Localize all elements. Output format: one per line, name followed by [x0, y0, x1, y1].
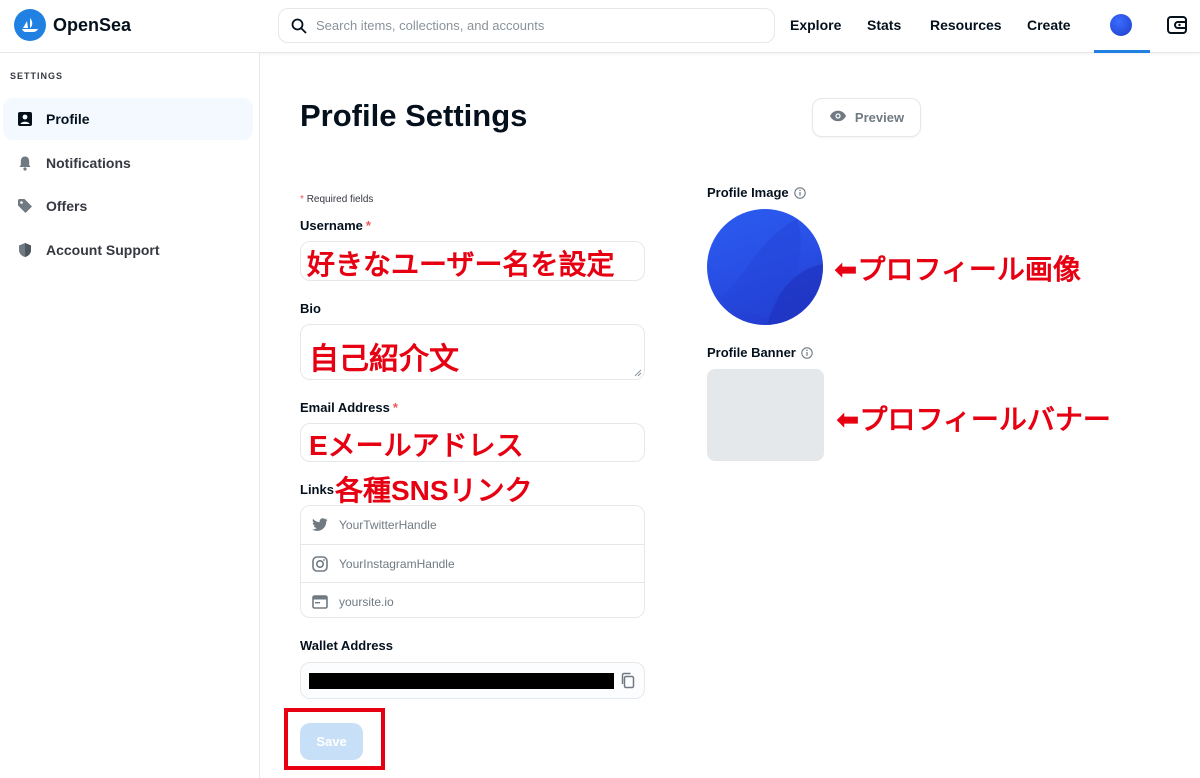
preview-label: Preview — [854, 110, 905, 125]
sidebar-item-offers[interactable]: Offers — [3, 185, 253, 227]
annotation-bio: 自己紹介文 — [309, 343, 459, 376]
sidebar-item-label: Notifications — [46, 155, 131, 171]
twitter-handle-input[interactable] — [339, 518, 629, 532]
opensea-logo-icon — [14, 9, 46, 41]
profile-image-label-text: Profile Image — [707, 185, 789, 200]
search-icon — [290, 17, 308, 35]
username-label-text: Username — [300, 218, 363, 233]
sidebar-item-label: Offers — [46, 198, 88, 214]
required-fields-note: * Required fields — [300, 194, 373, 205]
save-highlight-box — [284, 708, 385, 770]
link-row-instagram[interactable] — [301, 544, 644, 582]
tag-icon — [16, 197, 34, 215]
page-title: Profile Settings — [300, 98, 528, 133]
links-label: Links — [300, 482, 334, 497]
required-star: * — [365, 218, 371, 233]
profile-banner-label-text: Profile Banner — [707, 345, 796, 360]
sidebar-item-label: Profile — [46, 111, 90, 127]
opensea-logo[interactable]: OpenSea — [14, 9, 131, 41]
active-nav-underline — [1094, 50, 1150, 53]
eye-icon — [829, 109, 847, 127]
profile-image-upload[interactable] — [707, 209, 823, 325]
annotation-profile-image: ⬅プロフィール画像 — [834, 254, 1081, 285]
account-avatar[interactable] — [1110, 14, 1132, 36]
search-input[interactable] — [316, 18, 746, 33]
settings-sidebar: SETTINGS Profile Notifications Offers Ac… — [0, 53, 260, 778]
website-input[interactable] — [339, 594, 629, 609]
annotation-email: Eメールアドレス — [309, 430, 524, 461]
info-icon[interactable] — [793, 186, 806, 199]
profile-icon — [16, 110, 34, 128]
wallet-address-field — [300, 662, 645, 699]
profile-banner-upload[interactable] — [707, 369, 824, 461]
info-icon[interactable] — [801, 346, 813, 359]
email-label: Email Address * — [300, 400, 398, 415]
logo-text: OpenSea — [53, 14, 132, 35]
link-row-twitter[interactable] — [301, 506, 644, 544]
profile-banner-label: Profile Banner — [707, 345, 813, 360]
annotation-profile-banner: ⬅プロフィールバナー — [836, 404, 1111, 435]
annotation-links: 各種SNSリンク — [335, 475, 533, 506]
bio-label: Bio — [300, 301, 321, 316]
profile-image-art — [717, 219, 823, 325]
sidebar-item-label: Account Support — [46, 242, 160, 258]
wallet-address-redacted — [309, 673, 614, 689]
website-icon — [311, 593, 329, 611]
username-label: Username * — [300, 218, 371, 233]
links-group — [300, 505, 645, 618]
nav-create[interactable]: Create — [1027, 17, 1071, 33]
search-bar[interactable] — [278, 8, 775, 43]
required-note-text: Required fields — [306, 194, 374, 205]
sidebar-item-profile[interactable]: Profile — [3, 98, 253, 140]
nav-stats[interactable]: Stats — [867, 17, 901, 33]
email-label-text: Email Address — [300, 400, 390, 415]
twitter-icon — [311, 516, 329, 534]
copy-icon[interactable] — [620, 672, 636, 690]
instagram-icon — [311, 555, 329, 573]
sidebar-heading: SETTINGS — [10, 71, 64, 81]
nav-resources[interactable]: Resources — [930, 17, 1002, 33]
link-row-website[interactable] — [301, 582, 644, 617]
sidebar-item-notifications[interactable]: Notifications — [3, 142, 253, 184]
shield-icon — [16, 241, 34, 259]
required-star: * — [300, 194, 304, 205]
top-header: OpenSea Explore Stats Resources Create — [0, 0, 1200, 53]
required-star: * — [392, 400, 398, 415]
annotation-username: 好きなユーザー名を設定 — [307, 249, 615, 280]
instagram-handle-input[interactable] — [339, 556, 629, 571]
bell-icon — [16, 154, 34, 172]
wallet-address-label: Wallet Address — [300, 638, 393, 653]
profile-image-label: Profile Image — [707, 185, 806, 200]
wallet-icon[interactable] — [1166, 14, 1188, 36]
resize-grip-icon[interactable] — [634, 369, 642, 377]
nav-explore[interactable]: Explore — [790, 17, 841, 33]
preview-button[interactable]: Preview — [812, 98, 921, 137]
sidebar-item-account-support[interactable]: Account Support — [3, 229, 253, 271]
